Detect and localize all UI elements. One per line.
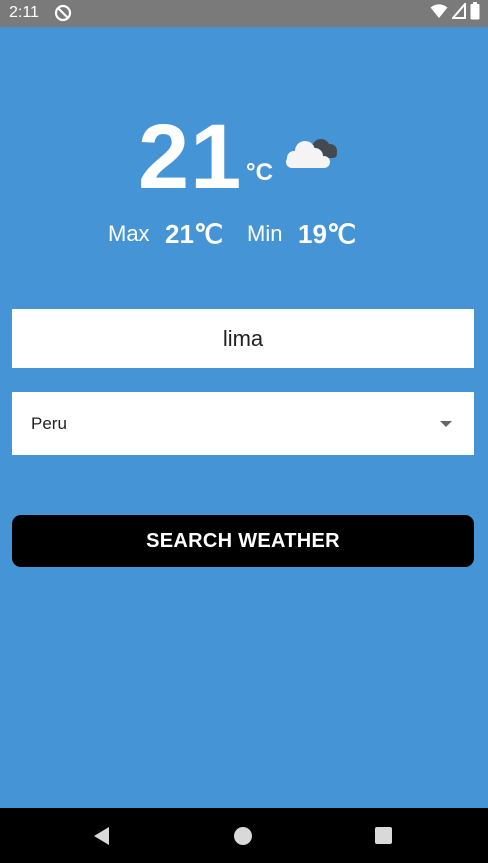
temperature-unit: °C [246, 159, 273, 186]
home-icon[interactable] [234, 827, 252, 845]
search-weather-button[interactable]: SEARCH WEATHER [12, 515, 474, 567]
recents-icon[interactable] [375, 827, 392, 844]
current-temperature: 21 °C [0, 106, 488, 208]
temperature-value: 21 [138, 106, 243, 208]
max-label: Max [108, 221, 150, 246]
navigation-bar [0, 808, 488, 863]
wifi-icon [430, 3, 448, 24]
status-bar: 2:11 [0, 0, 488, 27]
country-selected-value: Peru [31, 414, 67, 433]
app-notification-icon [54, 4, 72, 22]
status-time: 2:11 [9, 4, 39, 21]
min-label: Min [247, 221, 283, 246]
min-max-row: Max 21℃ Min 19℃ [0, 217, 488, 251]
signal-icon [450, 0, 466, 24]
weather-screen: 21 °C Max 21℃ Min 19℃ Peru SEARCH [0, 27, 488, 808]
dropdown-arrow-icon [440, 421, 452, 427]
city-input[interactable] [12, 309, 474, 368]
status-icons [430, 0, 480, 25]
battery-icon [470, 1, 480, 25]
cloudy-icon [283, 132, 341, 172]
min-value: 19℃ [298, 219, 357, 249]
country-select[interactable]: Peru [12, 392, 474, 455]
back-icon[interactable] [92, 826, 110, 846]
max-value: 21℃ [165, 219, 224, 249]
